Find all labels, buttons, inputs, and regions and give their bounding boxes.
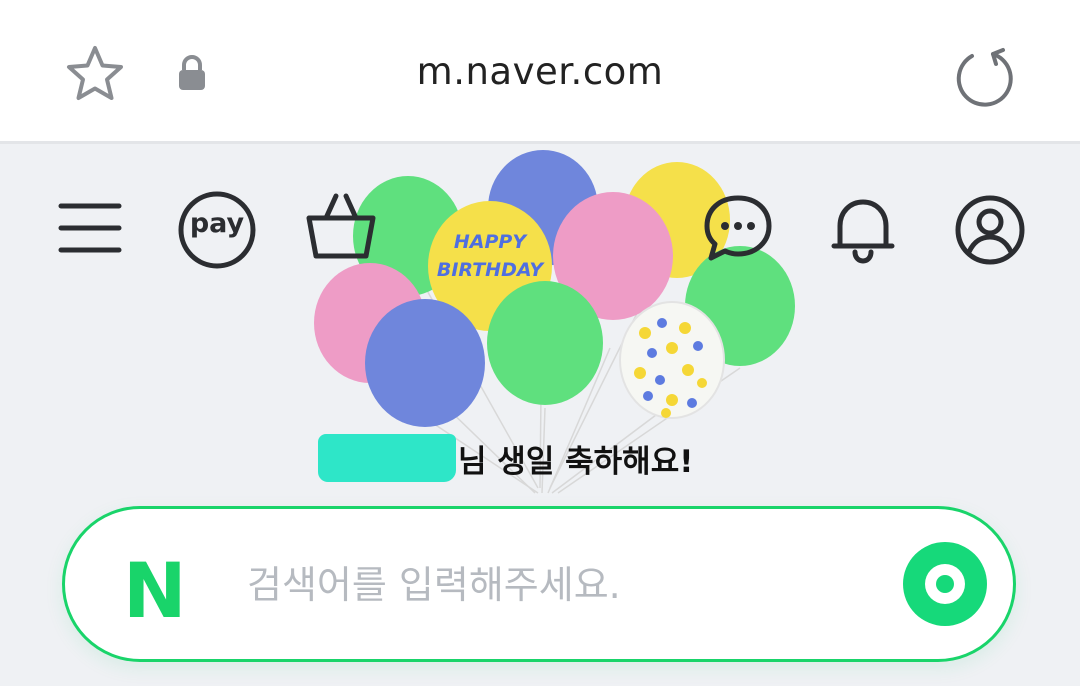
birthday-message: 님 생일 축하해요! xyxy=(458,443,694,480)
url-text[interactable]: m.naver.com xyxy=(0,50,1080,93)
chat-icon[interactable] xyxy=(703,194,773,262)
green-dot-button[interactable] xyxy=(903,542,987,626)
reload-icon[interactable] xyxy=(952,44,1016,108)
browser-url-bar: m.naver.com xyxy=(0,0,1080,144)
search-box[interactable]: N xyxy=(62,506,1016,662)
menu-icon[interactable] xyxy=(58,202,122,254)
search-input[interactable] xyxy=(245,549,849,621)
bell-icon[interactable] xyxy=(830,196,896,266)
balloon-birthday-text: BIRTHDAY xyxy=(437,259,545,281)
birthday-greeting: 님 생일 축하해요! xyxy=(318,432,693,484)
naver-logo[interactable]: N xyxy=(123,553,187,629)
pay-button[interactable]: pay xyxy=(177,190,257,270)
balloon-happy-text: HAPPY xyxy=(454,231,528,253)
green-dot-icon xyxy=(925,564,965,604)
pay-label: pay xyxy=(189,208,245,239)
redacted-username xyxy=(318,434,456,482)
shopping-bag-icon[interactable] xyxy=(304,188,378,262)
profile-icon[interactable] xyxy=(954,194,1026,266)
